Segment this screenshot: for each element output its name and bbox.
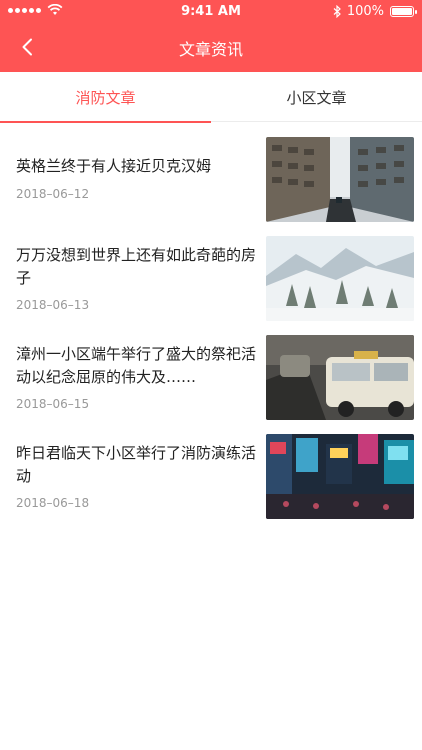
article-item-3[interactable]: 漳州一小区端午举行了盛大的祭祀活动以纪念屈原的伟大及…… 2018–06–15 bbox=[0, 333, 422, 432]
status-right: 100% bbox=[333, 4, 417, 19]
article-thumbnail bbox=[266, 434, 414, 519]
tab-bar: 消防文章 小区文章 bbox=[0, 72, 422, 123]
tab-fire-articles[interactable]: 消防文章 bbox=[0, 72, 211, 123]
article-date: 2018–06–18 bbox=[16, 496, 90, 510]
article-date: 2018–06–12 bbox=[16, 187, 90, 201]
battery-percent: 100% bbox=[346, 4, 384, 19]
article-item-1[interactable]: 英格兰终于有人接近贝克汉姆 2018–06–12 bbox=[0, 135, 422, 234]
tab-community-articles[interactable]: 小区文章 bbox=[211, 72, 422, 122]
article-title: 英格兰终于有人接近贝克汉姆 bbox=[16, 157, 212, 175]
nav-bar: 文章资讯 bbox=[0, 24, 422, 70]
article-thumbnail bbox=[266, 137, 414, 222]
article-thumbnail bbox=[266, 335, 414, 420]
page-title: 文章资讯 bbox=[178, 40, 243, 59]
article-title: 漳州一小区端午举行了盛大的祭祀活动以纪念屈原的伟大及…… bbox=[16, 345, 257, 386]
status-bar: 9:41 AM 100% bbox=[0, 0, 422, 24]
battery-icon bbox=[390, 6, 417, 17]
article-item-2[interactable]: 万万没想到世界上还有如此奇葩的房子 2018–06–13 bbox=[0, 234, 422, 333]
bluetooth-icon bbox=[333, 5, 341, 18]
article-date: 2018–06–13 bbox=[16, 298, 90, 312]
header: 9:41 AM 100% 文章资讯 bbox=[0, 0, 422, 72]
article-thumbnail bbox=[266, 236, 414, 321]
article-title: 昨日君临天下小区举行了消防演练活动 bbox=[16, 444, 257, 485]
article-item-4[interactable]: 昨日君临天下小区举行了消防演练活动 2018–06–18 bbox=[0, 432, 422, 531]
article-list: 英格兰终于有人接近贝克汉姆 2018–06–12 万万没想到世界上还有如此奇葩的… bbox=[0, 135, 422, 531]
article-title: 万万没想到世界上还有如此奇葩的房子 bbox=[16, 246, 257, 287]
article-date: 2018–06–15 bbox=[16, 397, 90, 411]
